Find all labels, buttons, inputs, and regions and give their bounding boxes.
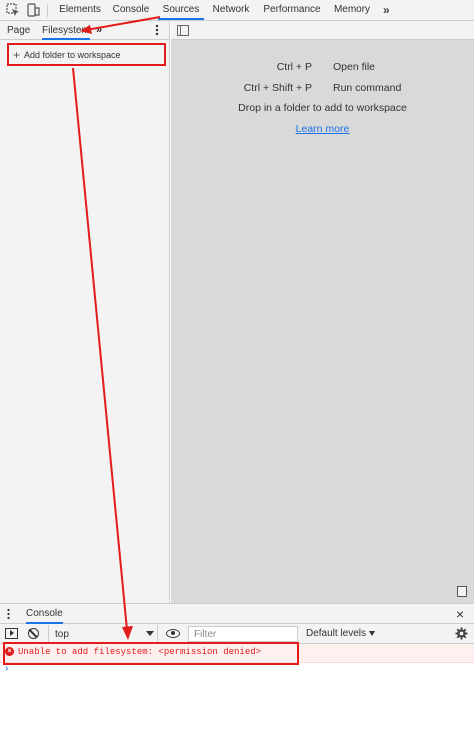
- toggle-navigator-icon[interactable]: [177, 25, 189, 36]
- navigator-menu-icon[interactable]: [154, 24, 160, 36]
- console-sidebar-toggle-icon[interactable]: [5, 628, 18, 639]
- tab-memory[interactable]: Memory: [330, 0, 374, 20]
- dropdown-arrow-icon: [146, 631, 154, 636]
- execution-context-select[interactable]: top: [48, 625, 158, 643]
- log-levels-label: Default levels: [306, 628, 367, 639]
- editor-tab-bar: [171, 21, 474, 40]
- toggle-debugger-icon[interactable]: [457, 586, 467, 597]
- drop-folder-hint: Drop in a folder to add to workspace: [238, 102, 407, 114]
- console-filter-input[interactable]: [188, 626, 298, 642]
- navigator-panel: Page Filesystem » + Add folder to worksp…: [0, 21, 170, 603]
- tab-page[interactable]: Page: [7, 21, 30, 40]
- shortcut-keys-run-command: Ctrl + Shift + P: [243, 82, 312, 94]
- learn-more-link[interactable]: Learn more: [171, 123, 474, 135]
- navigator-more-chevron-icon[interactable]: »: [96, 21, 102, 40]
- log-levels-dropdown[interactable]: Default levels: [306, 628, 376, 639]
- clear-console-icon[interactable]: [28, 628, 39, 639]
- shortcut-keys-open-file: Ctrl + P: [276, 61, 312, 73]
- navigator-tabs: Page Filesystem »: [0, 21, 170, 40]
- toolbar-separator: [47, 4, 48, 17]
- shortcut-action-open-file: Open file: [333, 61, 376, 73]
- execution-context-value: top: [55, 629, 69, 640]
- shortcut-action-run-command: Run command: [333, 82, 402, 94]
- inspect-element-icon[interactable]: [6, 3, 20, 17]
- devtools-toolbar: Elements Console Sources Network Perform…: [0, 0, 474, 21]
- drawer-menu-icon[interactable]: [7, 608, 10, 620]
- console-settings-gear-icon[interactable]: [455, 627, 468, 640]
- device-toolbar-icon[interactable]: [26, 3, 40, 17]
- live-expression-eye-icon[interactable]: [166, 629, 180, 638]
- error-annotation-box: [3, 642, 299, 665]
- tab-network[interactable]: Network: [207, 0, 255, 20]
- add-folder-to-workspace-button[interactable]: + Add folder to workspace: [7, 43, 166, 66]
- add-folder-label: Add folder to workspace: [24, 50, 121, 60]
- dropdown-arrow-icon: [369, 630, 376, 636]
- more-tabs-chevron-icon[interactable]: »: [383, 0, 390, 20]
- tab-filesystem[interactable]: Filesystem: [42, 21, 90, 40]
- close-drawer-icon[interactable]: ×: [456, 606, 464, 622]
- tab-performance[interactable]: Performance: [260, 0, 324, 20]
- tab-elements[interactable]: Elements: [55, 0, 105, 20]
- editor-area: Ctrl + P Open file Ctrl + Shift + P Run …: [171, 21, 474, 603]
- tab-sources[interactable]: Sources: [158, 0, 204, 20]
- console-toolbar: top Default levels: [0, 624, 474, 644]
- plus-icon: +: [13, 48, 21, 62]
- console-prompt-icon[interactable]: ›: [5, 663, 8, 675]
- tab-console[interactable]: Console: [108, 0, 154, 20]
- drawer-tab-console[interactable]: Console: [26, 604, 63, 624]
- drawer-tab-bar: Console ×: [0, 603, 474, 624]
